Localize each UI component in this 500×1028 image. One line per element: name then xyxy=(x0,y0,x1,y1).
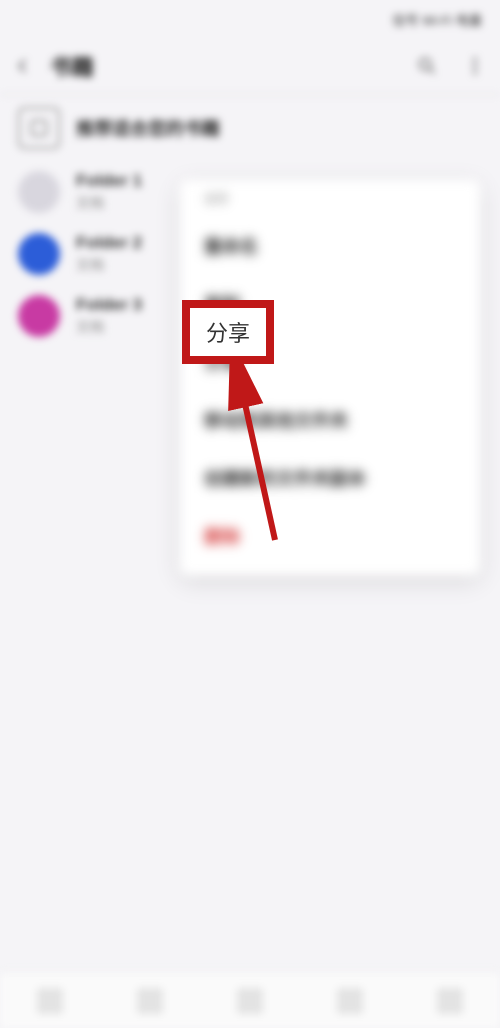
highlight-label: 分享 xyxy=(206,316,250,348)
suggestion-row[interactable]: 推荐适合您的书籍 xyxy=(0,95,500,161)
menu-item-duplicate[interactable]: 创建新的文件夹副本 xyxy=(180,449,480,507)
highlight-share-button[interactable]: 分享 xyxy=(182,300,274,364)
avatar xyxy=(18,171,60,213)
suggestion-icon xyxy=(18,107,60,149)
nav-item[interactable] xyxy=(137,988,163,1014)
menu-header: 选项 xyxy=(180,190,480,217)
back-icon[interactable] xyxy=(14,57,32,75)
menu-item-rename[interactable]: 重命名 xyxy=(180,217,480,275)
nav-item[interactable] xyxy=(37,988,63,1014)
menu-item-move[interactable]: 移动到其他文件夹 xyxy=(180,391,480,449)
nav-item[interactable] xyxy=(337,988,363,1014)
page-title: 书籍 xyxy=(50,50,390,82)
status-icons: 信号 Wi-Fi 电量 xyxy=(392,10,482,29)
status-bar: 信号 Wi-Fi 电量 xyxy=(0,0,500,38)
bottom-nav xyxy=(0,972,500,1028)
suggestion-text: 推荐适合您的书籍 xyxy=(76,115,220,141)
nav-item[interactable] xyxy=(437,988,463,1014)
avatar xyxy=(18,295,60,337)
more-icon[interactable] xyxy=(464,55,486,77)
app-header: 书籍 xyxy=(0,38,500,94)
search-icon[interactable] xyxy=(416,55,438,77)
context-menu: 选项 重命名 复制 分享 移动到其他文件夹 创建新的文件夹副本 删除 xyxy=(180,180,480,575)
avatar xyxy=(18,233,60,275)
menu-item-delete[interactable]: 删除 xyxy=(180,507,480,565)
nav-item[interactable] xyxy=(237,988,263,1014)
